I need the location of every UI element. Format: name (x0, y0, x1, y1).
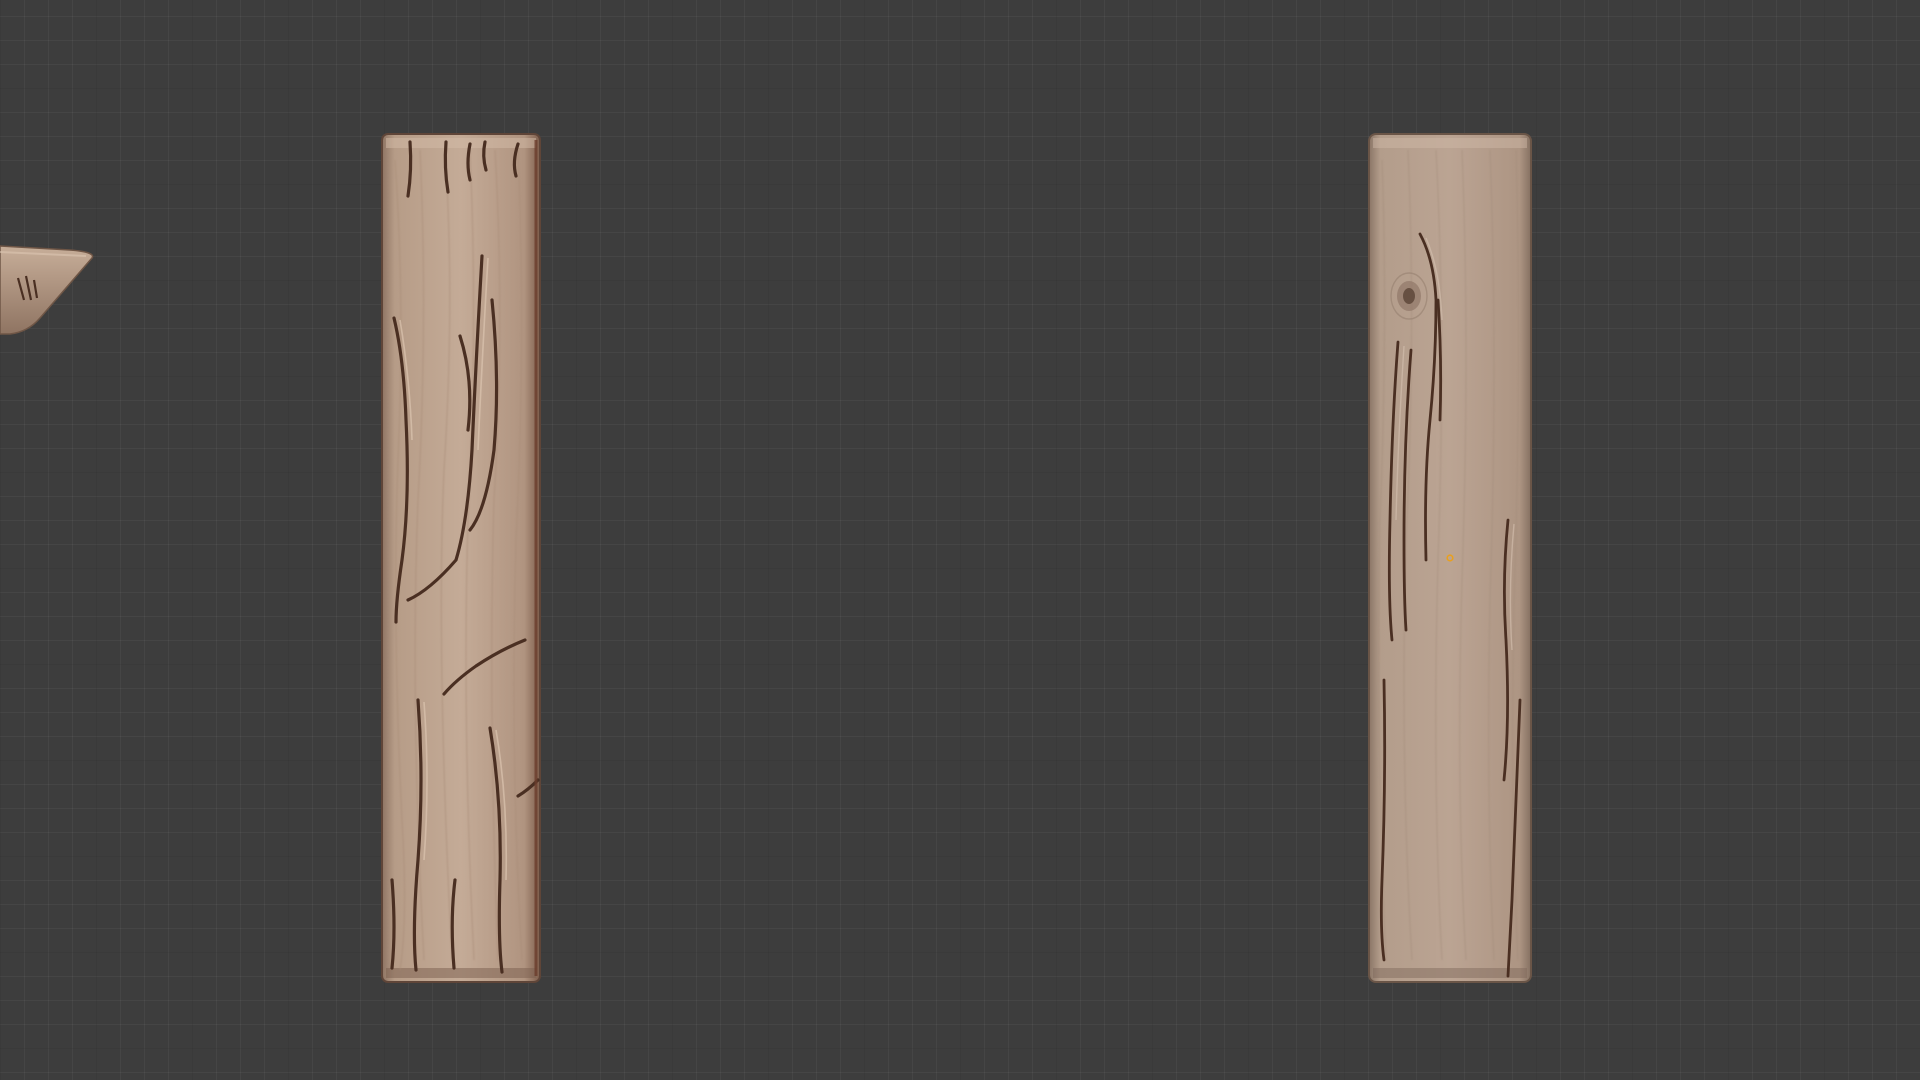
3d-viewport[interactable] (0, 0, 1920, 1080)
viewport-scene[interactable] (0, 0, 1920, 1080)
wood-plank-stylized[interactable] (381, 133, 541, 983)
wood-plank-smooth[interactable] (1368, 133, 1532, 983)
wood-fragment-partial[interactable] (0, 245, 94, 335)
